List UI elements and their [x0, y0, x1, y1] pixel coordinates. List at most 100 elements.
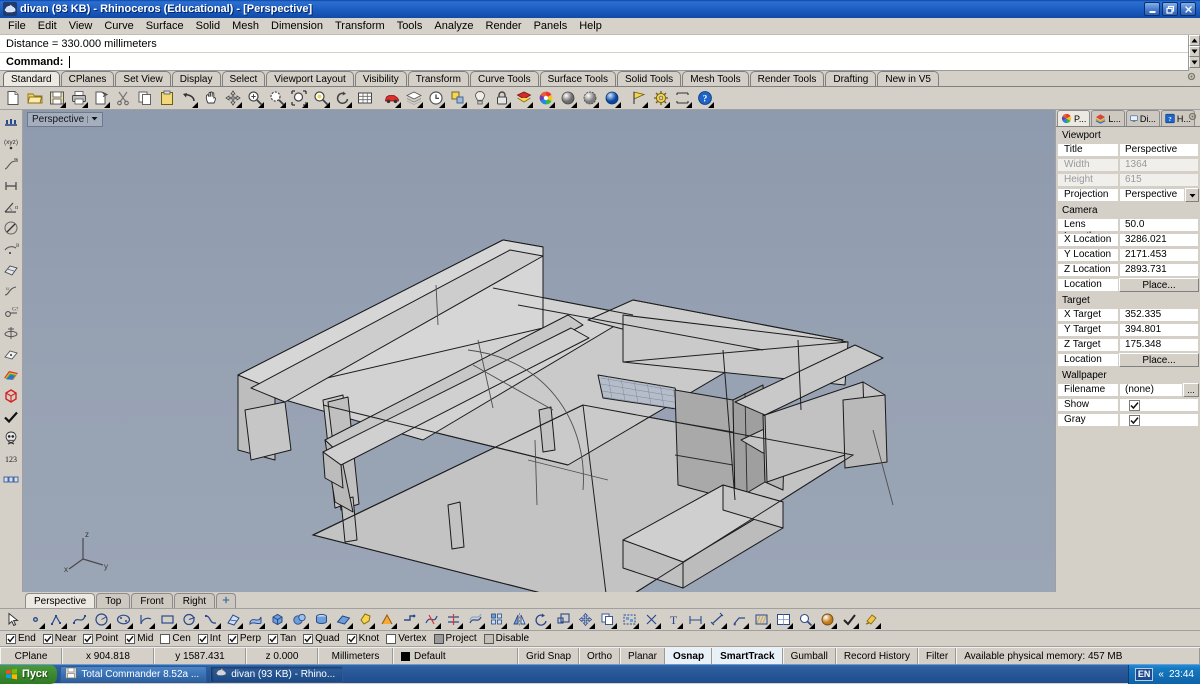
language-indicator[interactable]: EN	[1134, 667, 1154, 681]
circle-icon[interactable]	[91, 609, 112, 630]
scroll-down-arrow-2[interactable]	[1189, 57, 1200, 68]
sphere-shaded-icon[interactable]	[557, 88, 578, 109]
toolbar-tab-transform[interactable]: Transform	[407, 71, 469, 86]
toolbar-tab-viewport-layout[interactable]: Viewport Layout	[266, 71, 354, 86]
panel-options-gear-icon[interactable]	[1187, 111, 1198, 125]
menu-item-tools[interactable]: Tools	[391, 19, 429, 33]
points-row-icon[interactable]	[1, 112, 22, 133]
menu-item-surface[interactable]: Surface	[140, 19, 190, 33]
osnap-disable[interactable]: Disable	[483, 633, 529, 644]
osnap-point[interactable]: Point	[83, 633, 118, 644]
chamfer-icon[interactable]	[399, 609, 420, 630]
viewport-tab-top[interactable]: Top	[96, 593, 131, 608]
menu-item-transform[interactable]: Transform	[329, 19, 391, 33]
rotate-view-icon[interactable]	[332, 88, 353, 109]
distance-icon[interactable]	[1, 175, 22, 196]
scale-icon[interactable]	[553, 609, 574, 630]
copy-obj-icon[interactable]	[597, 609, 618, 630]
viewport-title-label[interactable]: Perspective	[27, 112, 104, 127]
radius-icon[interactable]: R	[1, 238, 22, 259]
toolbar-tab-visibility[interactable]: Visibility	[354, 71, 407, 86]
osnap-int[interactable]: Int	[197, 633, 221, 644]
osnap-perp[interactable]: Perp	[227, 633, 261, 644]
viewport-canvas[interactable]	[23, 110, 1055, 592]
toolbar-tab-render-tools[interactable]: Render Tools	[749, 71, 825, 86]
osnap-vertex[interactable]: Vertex	[386, 633, 427, 644]
menu-item-curve[interactable]: Curve	[98, 19, 139, 33]
shade-icon[interactable]	[513, 88, 534, 109]
menu-item-solid[interactable]: Solid	[190, 19, 226, 33]
osnap-end[interactable]: End	[6, 633, 36, 644]
toolbar-tab-cplanes[interactable]: CPlanes	[60, 71, 115, 86]
boolean-union-icon[interactable]	[355, 609, 376, 630]
property-value[interactable]: 352.335	[1119, 308, 1199, 322]
sphere-icon[interactable]	[289, 609, 310, 630]
taskbar-item-rhino[interactable]: divan (93 KB) - Rhino...	[210, 665, 344, 683]
array-icon[interactable]	[487, 609, 508, 630]
split-icon[interactable]	[443, 609, 464, 630]
osnap-cen[interactable]: Cen	[160, 633, 191, 644]
property-checkbox[interactable]	[1129, 400, 1140, 411]
zoom-selected-icon[interactable]	[310, 88, 331, 109]
menu-item-mesh[interactable]: Mesh	[226, 19, 265, 33]
scroll-down-arrow[interactable]	[1189, 46, 1200, 57]
volume-icon[interactable]	[1, 322, 22, 343]
property-value[interactable]: 175.348	[1119, 338, 1199, 352]
menu-item-help[interactable]: Help	[573, 19, 608, 33]
toolbar-tab-surface-tools[interactable]: Surface Tools	[539, 71, 616, 86]
osnap-checkbox[interactable]	[6, 633, 16, 644]
length-icon[interactable]	[1, 217, 22, 238]
osnap-checkbox[interactable]	[197, 633, 208, 644]
cut-icon[interactable]	[112, 88, 133, 109]
analyze-icon[interactable]	[795, 609, 816, 630]
osnap-tan[interactable]: Tan	[268, 633, 296, 644]
angle-icon[interactable]: α	[1, 196, 22, 217]
explode-icon[interactable]	[641, 609, 662, 630]
new-file-icon[interactable]	[2, 88, 23, 109]
render-car-icon[interactable]	[381, 88, 402, 109]
grid-icon[interactable]	[354, 88, 375, 109]
arc-icon[interactable]	[135, 609, 156, 630]
menu-item-view[interactable]: View	[63, 19, 99, 33]
menu-item-render[interactable]: Render	[480, 19, 528, 33]
zoom-window-icon[interactable]	[266, 88, 287, 109]
print-icon[interactable]	[68, 88, 89, 109]
open-file-icon[interactable]	[24, 88, 45, 109]
viewport-tab-right[interactable]: Right	[173, 593, 216, 608]
osnap-checkbox[interactable]	[160, 633, 171, 644]
osnap-near[interactable]: Near	[42, 633, 76, 644]
numbers-123-icon[interactable]: 123	[1, 448, 22, 469]
sphere-render-icon[interactable]	[601, 88, 622, 109]
cylinder-icon[interactable]	[311, 609, 332, 630]
surface-from-curves-icon[interactable]	[223, 609, 244, 630]
place-button[interactable]: Place...	[1119, 278, 1199, 292]
osnap-quad[interactable]: Quad	[303, 633, 340, 644]
osnap-checkbox[interactable]	[346, 633, 357, 644]
menu-item-dimension[interactable]: Dimension	[265, 19, 329, 33]
osnap-checkbox[interactable]	[227, 633, 238, 644]
degree-icon[interactable]: G?	[1, 301, 22, 322]
cplane-cell[interactable]: CPlane	[0, 648, 62, 664]
dimension-icon[interactable]	[672, 88, 693, 109]
flag-icon[interactable]	[628, 88, 649, 109]
menu-item-analyze[interactable]: Analyze	[428, 19, 479, 33]
toolbar-tab-new-in-v5[interactable]: New in V5	[877, 71, 939, 86]
status-toggle-ortho[interactable]: Ortho	[579, 648, 621, 664]
clock-icon[interactable]	[425, 88, 446, 109]
restore-button[interactable]	[1162, 2, 1178, 16]
osnap-checkbox[interactable]	[83, 633, 94, 644]
property-value[interactable]: 2893.731	[1119, 263, 1199, 277]
osnap-checkbox[interactable]	[303, 633, 314, 644]
paint-icon[interactable]	[861, 609, 882, 630]
text-icon[interactable]: T	[663, 609, 684, 630]
add-viewport-button[interactable]	[216, 593, 237, 608]
menu-item-file[interactable]: File	[2, 19, 32, 33]
toolbar-tab-curve-tools[interactable]: Curve Tools	[469, 71, 539, 86]
rotate-icon[interactable]	[531, 609, 552, 630]
save-file-icon[interactable]	[46, 88, 67, 109]
box-icon[interactable]	[267, 609, 288, 630]
check-icon[interactable]	[1, 406, 22, 427]
toolbar-tab-mesh-tools[interactable]: Mesh Tools	[682, 71, 749, 86]
dim-aligned-icon[interactable]	[707, 609, 728, 630]
render-tools-icon[interactable]	[817, 609, 838, 630]
